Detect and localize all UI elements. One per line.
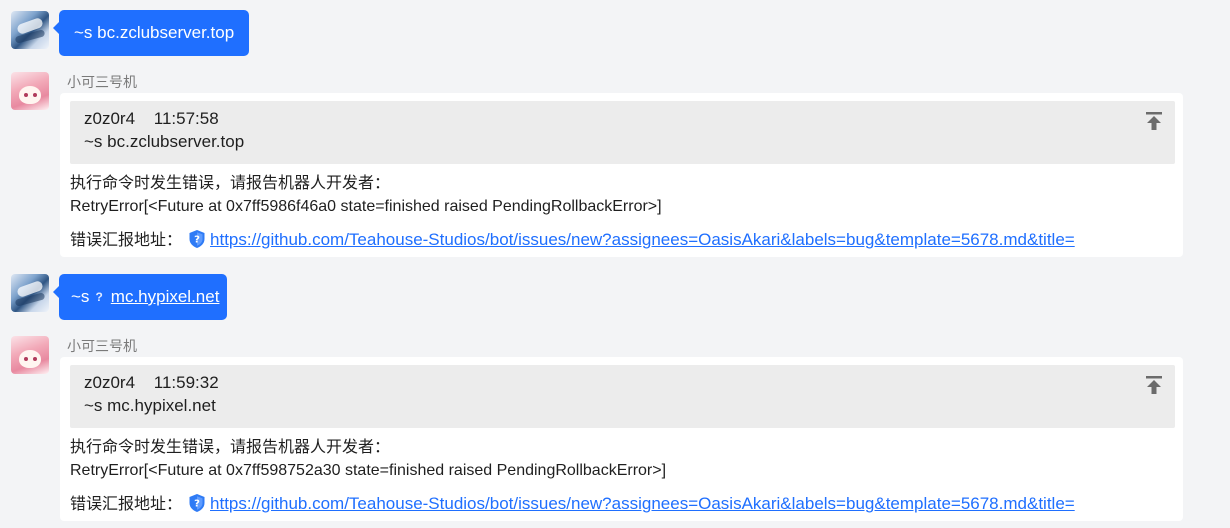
error-intro: 执行命令时发生错误，请报告机器人开发者： [70, 439, 391, 456]
question-icon: ? [95, 290, 103, 304]
quote-sender: z0z0r4 [84, 109, 136, 128]
shield-icon: ? [189, 230, 205, 248]
quote-text: ~s bc.zclubserver.top [84, 132, 245, 151]
report-url-link[interactable]: https://github.com/Teahouse-Studios/bot/… [210, 494, 1075, 513]
sender-name: 小可三号机 [67, 74, 137, 90]
user-message-link[interactable]: mc.hypixel.net [111, 287, 220, 306]
jump-to-top-icon[interactable] [1145, 375, 1163, 395]
report-line: 错误汇报地址： ? https://github.com/Teahouse-St… [70, 490, 1075, 514]
user-message-text: ~s bc.zclubserver.top [74, 23, 235, 42]
user-message-prefix: ~s [71, 287, 90, 306]
user-avatar[interactable] [11, 274, 49, 312]
bot-message-card: z0z0r4 11:57:58 ~s bc.zclubserver.top 执行… [60, 93, 1183, 257]
user-message-bubble[interactable]: ~s? mc.hypixel.net [52, 274, 228, 320]
bot-message-card: z0z0r4 11:59:32 ~s mc.hypixel.net 执行命令时发… [60, 357, 1183, 521]
report-label: 错误汇报地址： [70, 232, 183, 249]
quote-time: 11:57:58 [153, 109, 219, 128]
sender-name: 小可三号机 [67, 338, 137, 354]
svg-text:?: ? [194, 499, 200, 510]
jump-to-top-icon[interactable] [1145, 111, 1163, 131]
report-line: 错误汇报地址： ? https://github.com/Teahouse-St… [70, 226, 1075, 250]
user-avatar[interactable] [11, 11, 49, 49]
user-message-bubble[interactable]: ~s bc.zclubserver.top [52, 10, 250, 56]
bot-avatar[interactable] [11, 72, 49, 110]
quote-sender: z0z0r4 [84, 373, 136, 392]
quote-time: 11:59:32 [153, 373, 219, 392]
error-detail: RetryError[<Future at 0x7ff598752a30 sta… [70, 462, 667, 479]
error-detail: RetryError[<Future at 0x7ff5986f46a0 sta… [70, 198, 662, 215]
report-url-link[interactable]: https://github.com/Teahouse-Studios/bot/… [210, 230, 1075, 249]
quoted-message[interactable]: z0z0r4 11:57:58 ~s bc.zclubserver.top [70, 101, 1175, 164]
quoted-message[interactable]: z0z0r4 11:59:32 ~s mc.hypixel.net [70, 365, 1175, 428]
error-intro: 执行命令时发生错误，请报告机器人开发者： [70, 175, 391, 192]
svg-text:?: ? [194, 235, 200, 246]
report-label: 错误汇报地址： [70, 496, 183, 513]
bot-avatar[interactable] [11, 336, 49, 374]
quote-text: ~s mc.hypixel.net [84, 396, 216, 415]
shield-icon: ? [189, 494, 205, 512]
